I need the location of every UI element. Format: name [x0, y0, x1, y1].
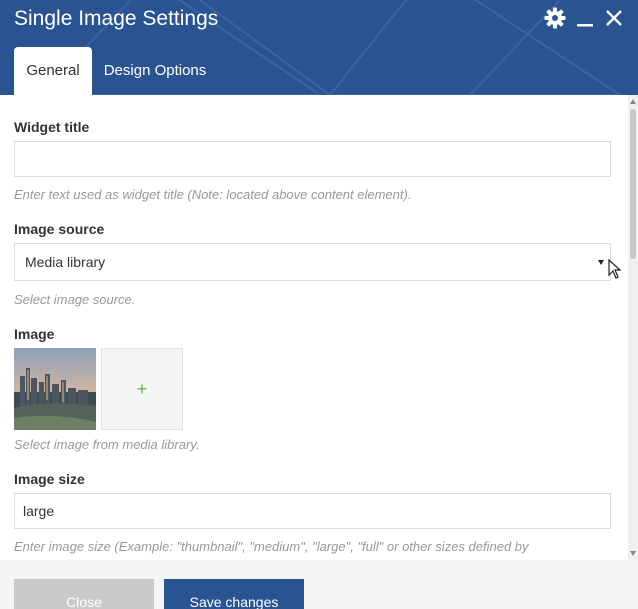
tab-general[interactable]: General [14, 47, 92, 95]
image-source-select[interactable]: Media library [14, 243, 611, 281]
scroll-up-icon[interactable] [630, 99, 636, 104]
add-image-button[interactable]: + [101, 348, 183, 430]
dialog-title: Single Image Settings [14, 7, 219, 30]
close-icon[interactable] [602, 6, 626, 30]
vertical-scrollbar[interactable] [628, 95, 638, 560]
image-help: Select image from media library. [14, 437, 200, 452]
image-source-value: Media library [25, 254, 106, 270]
save-changes-button[interactable]: Save changes [164, 579, 304, 609]
chevron-down-icon [598, 260, 604, 265]
plus-icon: + [136, 379, 148, 399]
image-source-help: Select image source. [14, 292, 136, 307]
selected-image-thumbnail[interactable] [14, 348, 96, 430]
image-size-help: Enter image size (Example: "thumbnail", … [14, 539, 529, 554]
image-label: Image [14, 326, 55, 342]
gear-icon[interactable] [543, 6, 567, 30]
minimize-icon[interactable] [573, 6, 597, 30]
scrollbar-thumb[interactable] [630, 109, 636, 259]
dialog-header: Single Image Settings General Design Opt… [0, 0, 638, 95]
widget-title-input[interactable] [14, 141, 611, 177]
image-size-label: Image size [14, 471, 85, 487]
image-source-label: Image source [14, 221, 105, 237]
image-size-input[interactable] [14, 493, 611, 529]
mouse-pointer-icon [608, 258, 622, 284]
dialog-footer: Close Save changes [0, 560, 638, 609]
widget-title-help: Enter text used as widget title (Note: l… [14, 187, 412, 202]
widget-title-label: Widget title [14, 119, 90, 135]
settings-panel: Widget title Enter text used as widget t… [0, 95, 638, 560]
scroll-down-icon[interactable] [630, 551, 636, 556]
tab-design-options[interactable]: Design Options [96, 47, 214, 95]
close-button[interactable]: Close [14, 579, 154, 609]
